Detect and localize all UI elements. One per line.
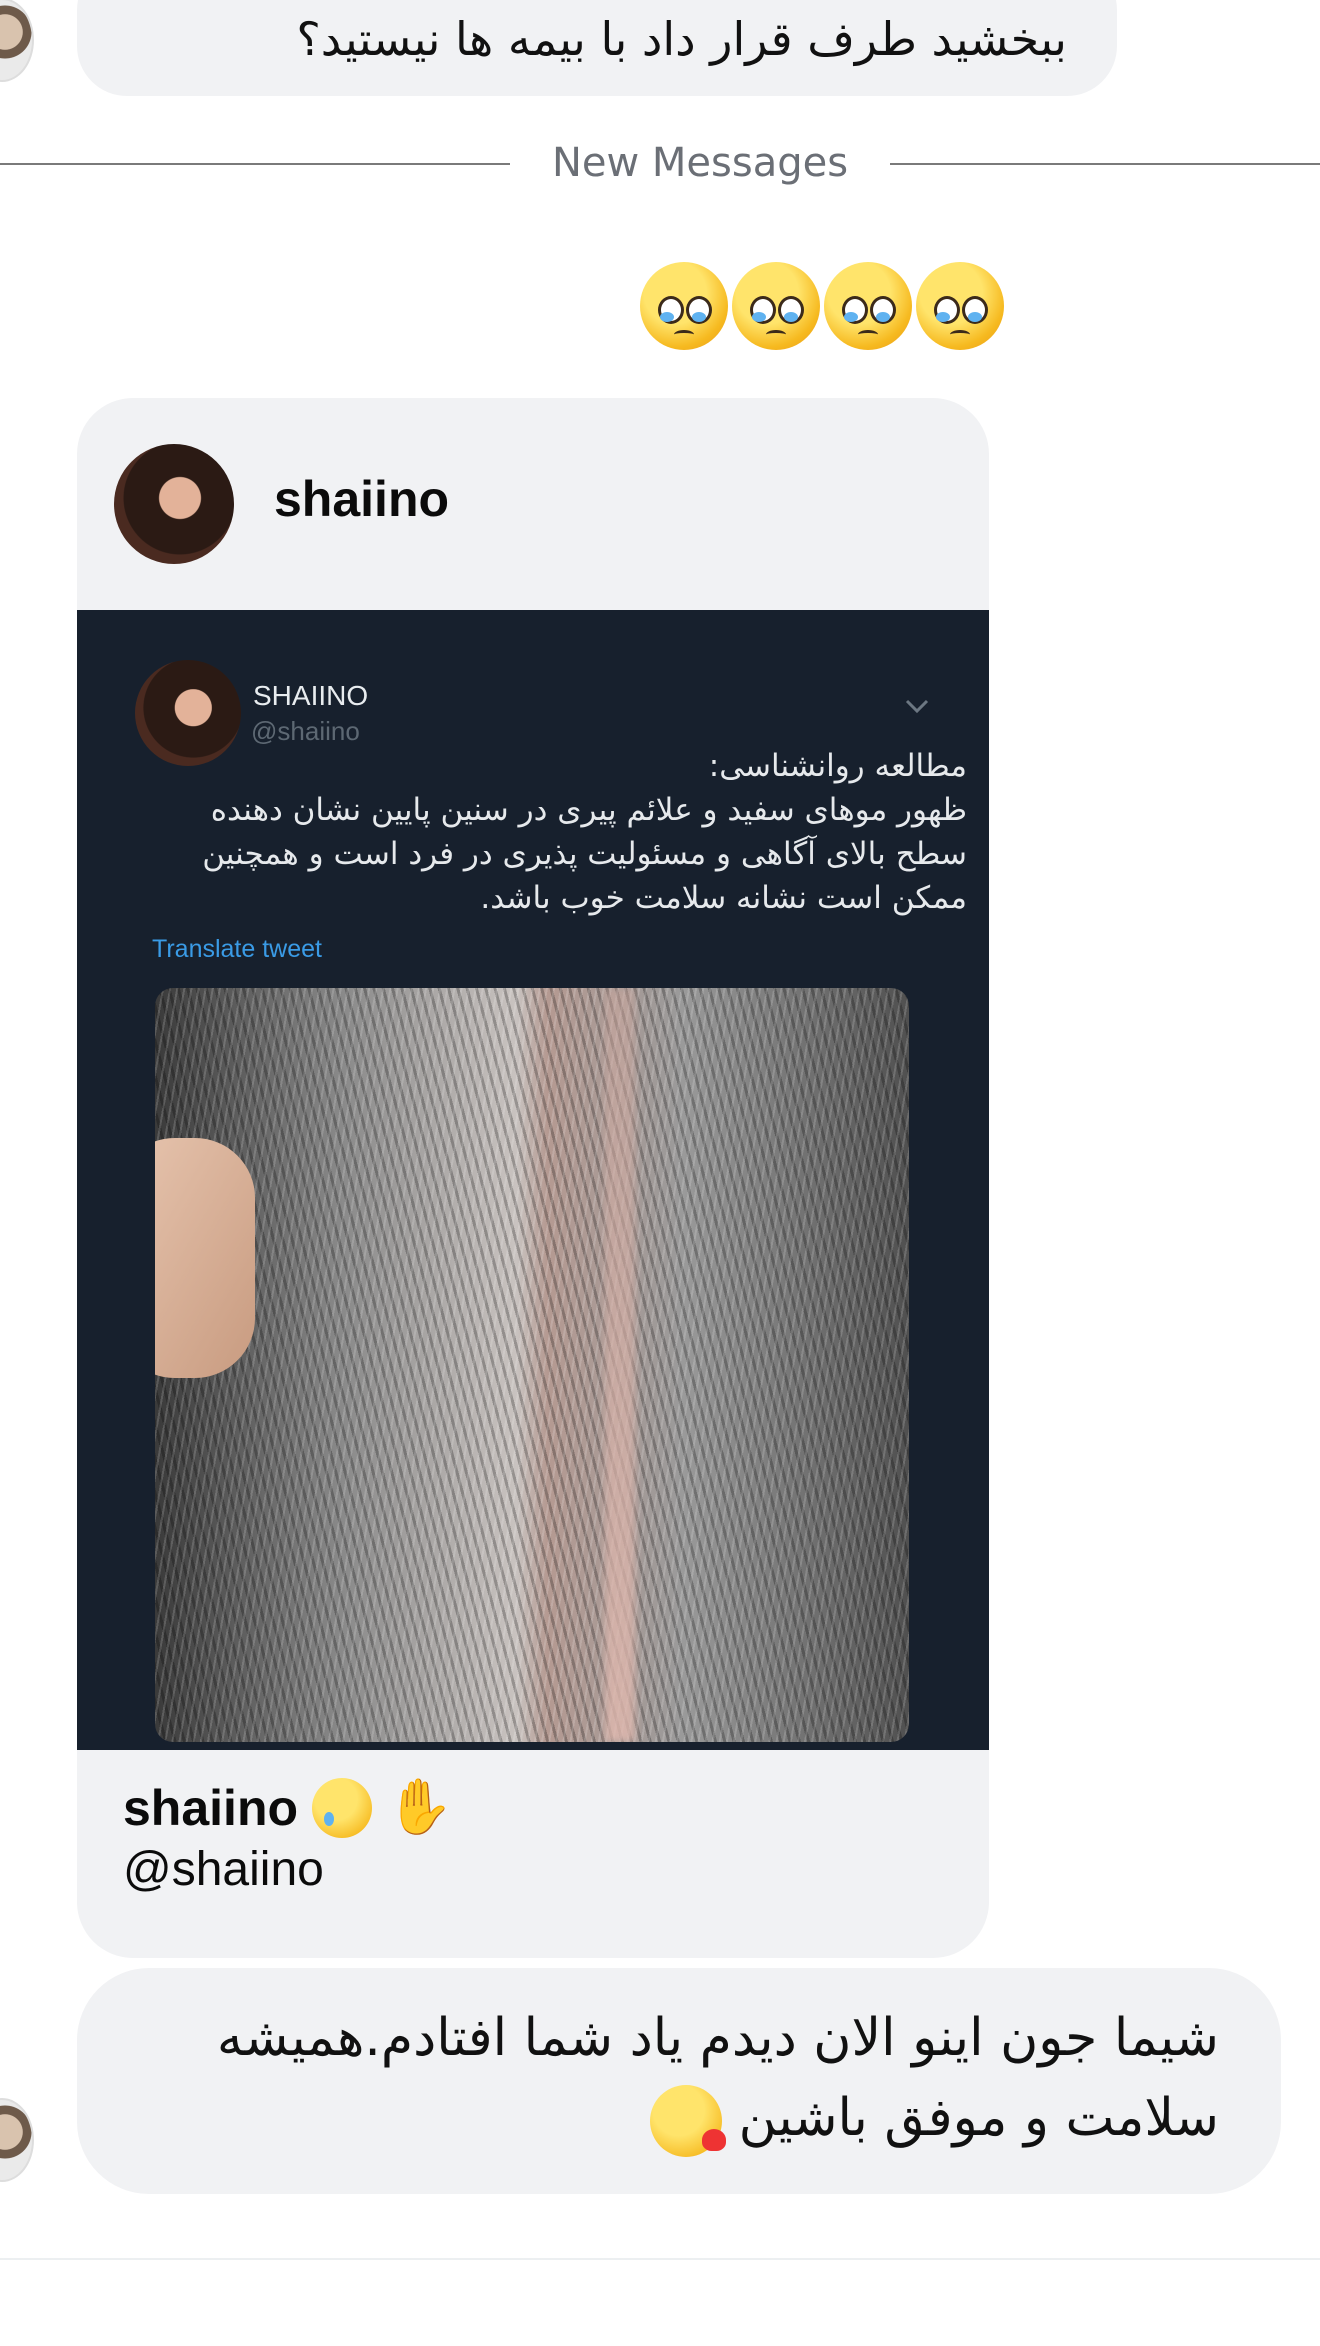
face-blowing-kiss-icon [650, 2085, 727, 2157]
shared-post-card[interactable]: shaiino SHAIINO @shaiino مطالعه روانشناس… [77, 398, 989, 1958]
tweet-screenshot[interactable]: SHAIINO @shaiino مطالعه روانشناسی: ظهور … [77, 610, 989, 1750]
message-bubble[interactable]: شیما جون اینو الان دیدم یاد شما افتادم.ه… [77, 1968, 1281, 2194]
author-avatar[interactable] [114, 444, 234, 564]
pleading-face-icon [732, 262, 820, 350]
new-messages-divider: New Messages [551, 140, 849, 186]
tweet-text-line: ظهور موهای سفید و علائم پیری در سنین پای… [210, 792, 967, 828]
message-text-line: شیما جون اینو الان دیدم یاد شما افتادم.ه… [216, 2008, 1219, 2068]
tweet-text: مطالعه روانشناسی: ظهور موهای سفید و علائ… [167, 744, 967, 920]
message-text-fragment: سلامت و موفق باشین [738, 2088, 1219, 2148]
emoji-message[interactable] [640, 262, 1004, 350]
face-holding-back-tears-icon [312, 1777, 373, 1838]
tweet-display-name: SHAIINO [253, 680, 369, 711]
divider-line-right [890, 163, 1320, 165]
tweet-text-line: سطح بالای آگاهی و مسئولیت پذیری در فرد ا… [202, 836, 967, 872]
tweet-handle: @shaiino [251, 716, 360, 746]
footer-name-text: shaiino [123, 1779, 299, 1836]
post-footer-handle[interactable]: @shaiino [123, 1842, 324, 1897]
pleading-face-icon [916, 262, 1004, 350]
pleading-face-icon [640, 262, 728, 350]
message-text: شیما جون اینو الان دیدم یاد شما افتادم.ه… [119, 1998, 1219, 2158]
sender-avatar[interactable] [0, 0, 34, 82]
sender-avatar[interactable] [0, 2098, 34, 2182]
shared-post-header[interactable]: shaiino [77, 398, 989, 610]
message-bubble[interactable]: ببخشید طرف قرار داد با بیمه ها نیستید؟ [77, 0, 1117, 96]
divider-line-left [0, 163, 510, 165]
pinching-hand-icon: ✋ [386, 1777, 454, 1837]
gray-hair-photo [155, 988, 909, 1742]
tweet-text-line: مطالعه روانشناسی: [708, 748, 967, 784]
tweet-text-line: ممکن است نشانه سلامت خوب باشد. [480, 880, 967, 916]
composer-divider [0, 2258, 1320, 2260]
author-name[interactable]: shaiino [274, 470, 449, 528]
chevron-down-icon [905, 699, 929, 714]
pleading-face-icon [824, 262, 912, 350]
message-text-line: سلامت و موفق باشین [119, 2078, 1219, 2158]
message-text: ببخشید طرف قرار داد با بیمه ها نیستید؟ [296, 12, 1067, 66]
translate-tweet-link: Translate tweet [152, 935, 322, 963]
post-footer-name[interactable]: shaiino ✋ [123, 1776, 453, 1839]
